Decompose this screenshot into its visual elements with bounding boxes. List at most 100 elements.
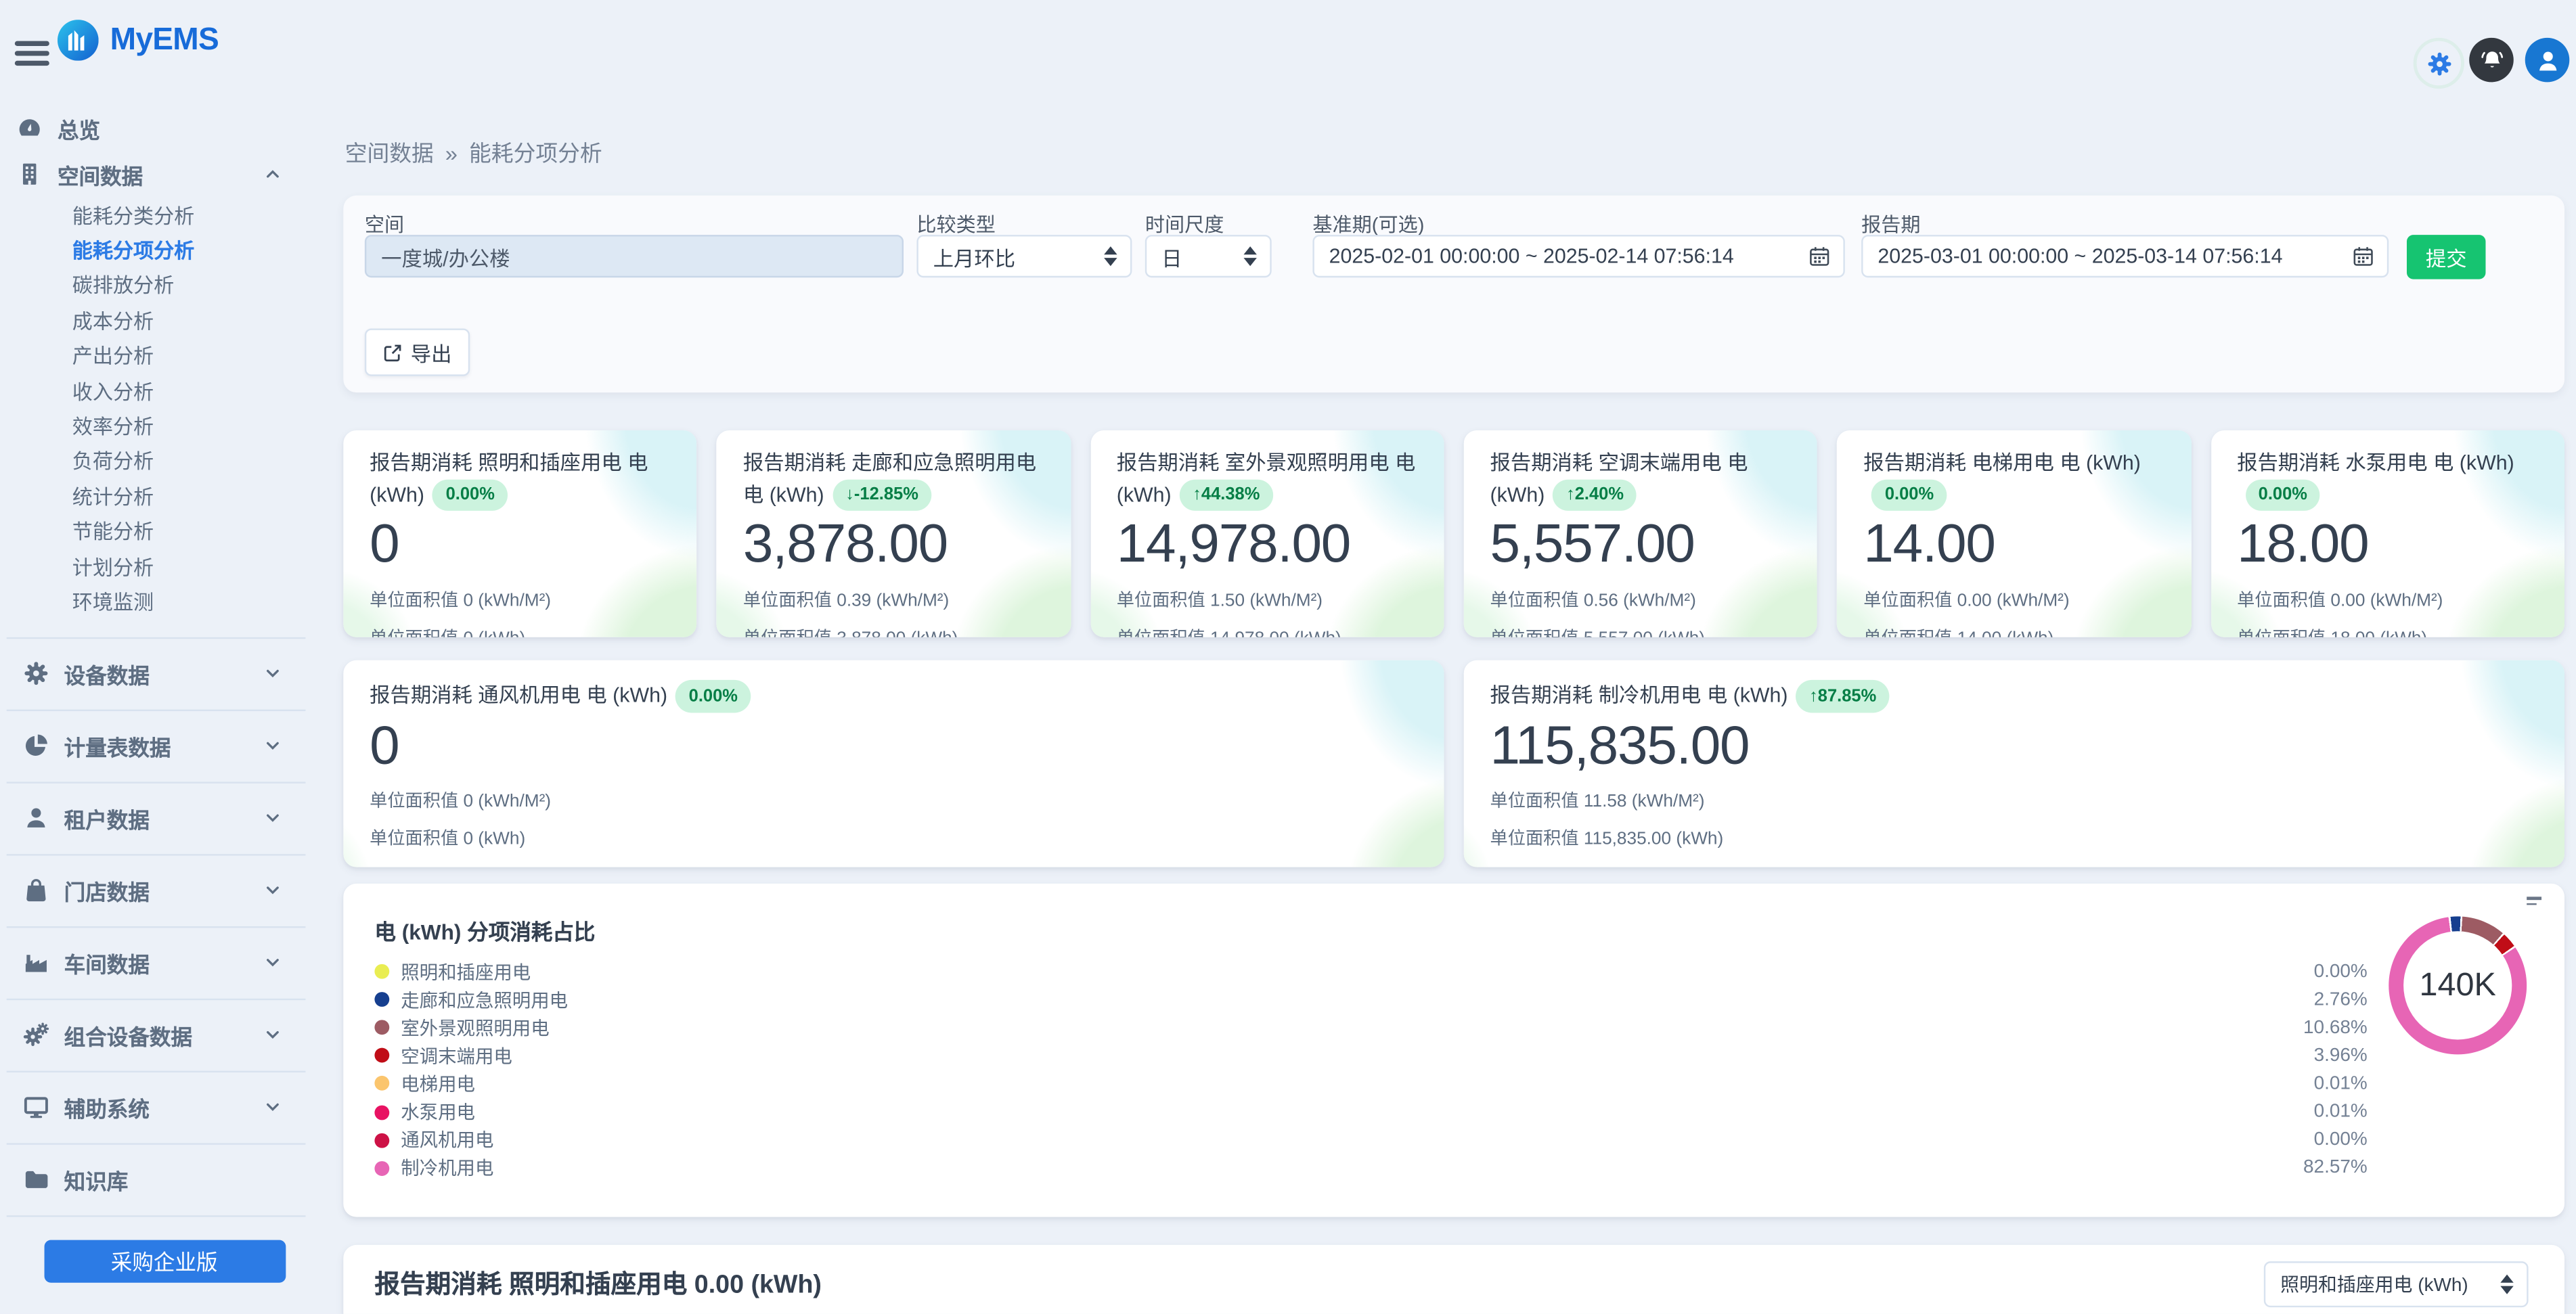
- sidebar-item-label: 辅助系统: [64, 1091, 150, 1123]
- sidebar-item-auxiliary-system[interactable]: 辅助系统: [7, 1070, 306, 1143]
- sidebar-item-store-data[interactable]: 门店数据: [7, 853, 306, 926]
- sidebar-subitem[interactable]: 环境监测: [0, 583, 328, 618]
- space-label: 空间: [365, 210, 404, 238]
- reporting-period-value: 2025-03-01 00:00:00 ~ 2025-03-14 07:56:1…: [1878, 245, 2282, 268]
- change-badge: ↑44.38%: [1180, 479, 1273, 512]
- buy-enterprise-button[interactable]: 采购企业版: [43, 1240, 285, 1282]
- stat-cards-row-1: 报告期消耗 照明和插座用电 电 (kWh)0.00% 0 单位面积值 0 (kW…: [343, 430, 2564, 637]
- sidebar-groups: 设备数据 计量表数据 租户数据: [0, 637, 328, 1217]
- space-input[interactable]: 一度城/办公楼: [365, 235, 904, 277]
- settings-gear-button[interactable]: [2414, 38, 2464, 89]
- bell-icon: [2479, 47, 2505, 73]
- reporting-period-input[interactable]: 2025-03-01 00:00:00 ~ 2025-03-14 07:56:1…: [1861, 235, 2389, 277]
- stat-card-line2: 单位面积值 115,835.00 (kWh): [1490, 825, 2539, 851]
- stat-card-line2: 单位面积值 14,978.00 (kWh): [1117, 624, 1418, 637]
- export-label: 导出: [411, 337, 452, 368]
- sidebar-subitem[interactable]: 节能分析: [0, 514, 328, 549]
- space-value: 一度城/办公楼: [381, 241, 510, 272]
- pie-chart-icon: [23, 733, 49, 759]
- legend-label: 通风机用电: [401, 1127, 493, 1153]
- submit-button[interactable]: 提交: [2407, 235, 2486, 279]
- reporting-period-label: 报告期: [1861, 210, 1920, 238]
- stat-card-value: 0: [370, 516, 671, 573]
- stat-card-title: 报告期消耗 照明和插座用电 电 (kWh): [370, 452, 648, 506]
- sidebar-subitem[interactable]: 碳排放分析: [0, 267, 328, 302]
- sidebar-item-tenant-data[interactable]: 租户数据: [7, 781, 306, 854]
- sidebar-subitem[interactable]: 能耗分类分析: [0, 197, 328, 232]
- donut-ring[interactable]: 140K: [2389, 916, 2527, 1054]
- export-icon: [383, 342, 403, 362]
- chart-title: 电 (kWh) 分项消耗占比: [374, 915, 595, 946]
- legend-percent: 3.96%: [2303, 1042, 2368, 1070]
- stat-card-value: 3,878.00: [743, 516, 1044, 573]
- sidebar-subitem[interactable]: 计划分析: [0, 548, 328, 583]
- sidebar-subitem-active[interactable]: 能耗分项分析: [0, 232, 328, 267]
- legend-item[interactable]: 水泵用电: [374, 1098, 568, 1126]
- legend-item[interactable]: 空调末端用电: [374, 1042, 568, 1070]
- app-logo[interactable]: MyEMS: [58, 20, 219, 61]
- stat-card-line2: 单位面积值 0 (kWh): [370, 825, 1418, 851]
- gears-icon: [23, 1022, 49, 1048]
- sidebar-item-knowledge-base[interactable]: 知识库: [7, 1143, 306, 1217]
- sidebar-subitem[interactable]: 负荷分析: [0, 443, 328, 478]
- sidebar-item-label: 门店数据: [64, 875, 150, 906]
- legend-item[interactable]: 走廊和应急照明用电: [374, 986, 568, 1014]
- legend-percentages: 0.00% 2.76% 10.68% 3.96% 0.01% 0.01% 0.0…: [2303, 957, 2368, 1182]
- stat-card-line1: 单位面积值 0 (kWh/M²): [370, 586, 671, 612]
- legend-dot: [374, 1077, 389, 1091]
- donut-center-label: 140K: [2389, 916, 2527, 1054]
- export-button[interactable]: 导出: [365, 328, 470, 376]
- stat-card: 报告期消耗 走廊和应急照明用电 电 (kWh)↓-12.85% 3,878.00…: [717, 430, 1071, 637]
- base-period-input[interactable]: 2025-02-01 00:00:00 ~ 2025-02-14 07:56:1…: [1312, 235, 1844, 277]
- sidebar-item-space-data[interactable]: 空间数据: [0, 151, 328, 197]
- legend-item[interactable]: 通风机用电: [374, 1126, 568, 1154]
- period-type-select[interactable]: 日: [1145, 235, 1272, 277]
- change-badge: 0.00%: [675, 680, 751, 712]
- breadcrumb-parent[interactable]: 空间数据: [345, 141, 434, 166]
- sidebar-item-equipment-data[interactable]: 设备数据: [7, 637, 306, 709]
- legend-label: 制冷机用电: [401, 1155, 493, 1181]
- energy-item-select-value: 照明和插座用电 (kWh): [2280, 1271, 2468, 1298]
- legend-item[interactable]: 制冷机用电: [374, 1154, 568, 1182]
- chart-toolbox-icon[interactable]: [2527, 897, 2541, 908]
- sidebar-item-workshop-data[interactable]: 车间数据: [7, 926, 306, 998]
- legend-dot: [374, 1020, 389, 1035]
- myems-logo-icon: [58, 20, 99, 61]
- user-avatar-button[interactable]: [2525, 38, 2570, 83]
- stat-card-line2: 单位面积值 5,557.00 (kWh): [1490, 624, 1792, 637]
- sidebar-subitem[interactable]: 统计分析: [0, 478, 328, 514]
- legend-item[interactable]: 电梯用电: [374, 1070, 568, 1097]
- sidebar-item-combined-equipment-data[interactable]: 组合设备数据: [7, 998, 306, 1070]
- change-badge: 0.00%: [432, 479, 508, 512]
- stat-card-value: 115,835.00: [1490, 717, 2539, 774]
- sidebar-item-overview[interactable]: 总览: [0, 105, 328, 151]
- sidebar-item-label: 车间数据: [64, 947, 150, 978]
- shopping-bag-icon: [23, 878, 49, 904]
- sidebar-subitem[interactable]: 收入分析: [0, 373, 328, 408]
- sidebar-item-label: 总览: [58, 112, 100, 143]
- sidebar-subitem[interactable]: 产出分析: [0, 338, 328, 373]
- person-icon: [23, 805, 49, 832]
- sidebar-item-meter-data[interactable]: 计量表数据: [7, 709, 306, 781]
- legend-item[interactable]: 照明和插座用电: [374, 957, 568, 985]
- comparison-type-select[interactable]: 上月环比: [916, 235, 1132, 277]
- stat-card-title: 报告期消耗 制冷机用电 电 (kWh): [1490, 684, 1788, 707]
- stat-card-line1: 单位面积值 0.00 (kWh/M²): [1863, 586, 2164, 612]
- energy-item-select[interactable]: 照明和插座用电 (kWh): [2264, 1261, 2529, 1307]
- sidebar-subitem[interactable]: 效率分析: [0, 408, 328, 443]
- notifications-bell-button[interactable]: [2469, 38, 2514, 83]
- hamburger-menu-icon[interactable]: [15, 41, 49, 66]
- detail-section-title: 报告期消耗 照明和插座用电 0.00 (kWh): [374, 1265, 822, 1300]
- sidebar-subitem[interactable]: 成本分析: [0, 302, 328, 338]
- legend-label: 室外景观照明用电: [401, 1014, 549, 1041]
- folder-icon: [23, 1166, 49, 1193]
- sidebar: 总览 空间数据 能耗分类分析 能耗分项分析 碳排放分析 成本分析 产出分: [0, 105, 328, 1313]
- legend-item[interactable]: 室外景观照明用电: [374, 1014, 568, 1041]
- stat-card-title: 报告期消耗 水泵用电 电 (kWh): [2237, 452, 2514, 475]
- gear-icon: [2426, 50, 2452, 76]
- stat-card-line2: 单位面积值 14.00 (kWh): [1863, 624, 2164, 637]
- chevron-down-icon: [263, 1097, 282, 1117]
- calendar-icon: [2353, 246, 2374, 267]
- legend-dot: [374, 992, 389, 1007]
- change-badge: ↑87.85%: [1796, 680, 1890, 712]
